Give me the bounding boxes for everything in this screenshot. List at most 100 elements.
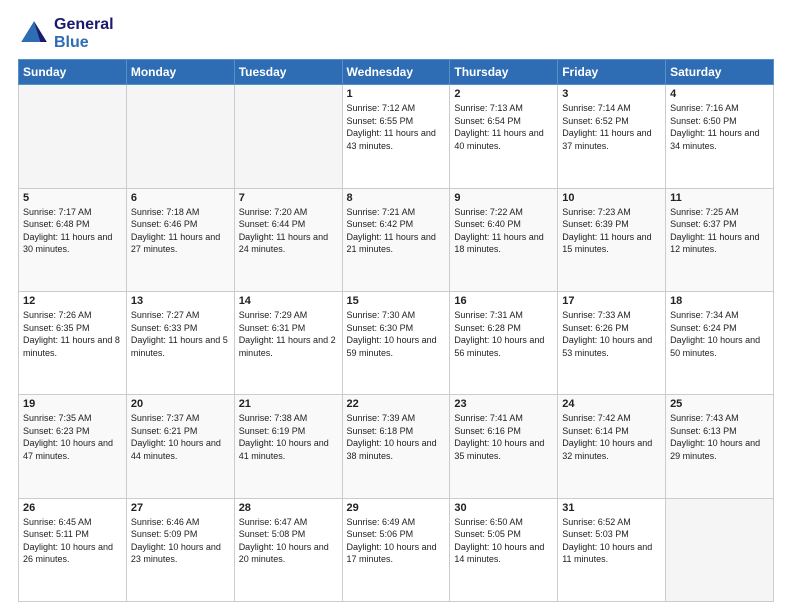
cell-detail: Sunrise: 7:18 AM Sunset: 6:46 PM Dayligh… — [131, 206, 230, 256]
day-number: 7 — [239, 192, 338, 204]
day-number: 8 — [347, 192, 446, 204]
calendar-week-3: 12 Sunrise: 7:26 AM Sunset: 6:35 PM Dayli… — [19, 291, 774, 394]
day-number: 28 — [239, 502, 338, 514]
calendar-cell: 23 Sunrise: 7:41 AM Sunset: 6:16 PM Dayli… — [450, 395, 558, 498]
cell-detail: Sunrise: 7:43 AM Sunset: 6:13 PM Dayligh… — [670, 412, 769, 462]
calendar-cell: 8 Sunrise: 7:21 AM Sunset: 6:42 PM Daylig… — [342, 188, 450, 291]
calendar-cell: 26 Sunrise: 6:45 AM Sunset: 5:11 PM Dayli… — [19, 498, 127, 601]
calendar-cell: 3 Sunrise: 7:14 AM Sunset: 6:52 PM Daylig… — [558, 85, 666, 188]
day-number: 19 — [23, 398, 122, 410]
calendar-header-row: SundayMondayTuesdayWednesdayThursdayFrid… — [19, 60, 774, 85]
cell-detail: Sunrise: 6:45 AM Sunset: 5:11 PM Dayligh… — [23, 516, 122, 566]
cell-detail: Sunrise: 7:26 AM Sunset: 6:35 PM Dayligh… — [23, 309, 122, 359]
calendar-week-5: 26 Sunrise: 6:45 AM Sunset: 5:11 PM Dayli… — [19, 498, 774, 601]
cell-detail: Sunrise: 7:14 AM Sunset: 6:52 PM Dayligh… — [562, 102, 661, 152]
col-header-saturday: Saturday — [666, 60, 774, 85]
cell-detail: Sunrise: 7:34 AM Sunset: 6:24 PM Dayligh… — [670, 309, 769, 359]
calendar-cell: 11Sunrise: 7:25 AM Sunset: 6:37 PM Dayli… — [666, 188, 774, 291]
day-number: 31 — [562, 502, 661, 514]
calendar-cell: 6 Sunrise: 7:18 AM Sunset: 6:46 PM Daylig… — [126, 188, 234, 291]
day-number: 16 — [454, 295, 553, 307]
calendar-cell: 12 Sunrise: 7:26 AM Sunset: 6:35 PM Dayli… — [19, 291, 127, 394]
day-number: 23 — [454, 398, 553, 410]
day-number: 30 — [454, 502, 553, 514]
cell-detail: Sunrise: 7:37 AM Sunset: 6:21 PM Dayligh… — [131, 412, 230, 462]
day-number: 1 — [347, 88, 446, 100]
cell-detail: Sunrise: 7:29 AM Sunset: 6:31 PM Dayligh… — [239, 309, 338, 359]
cell-detail: Sunrise: 7:33 AM Sunset: 6:26 PM Dayligh… — [562, 309, 661, 359]
calendar-cell: 5Sunrise: 7:17 AM Sunset: 6:48 PM Daylig… — [19, 188, 127, 291]
calendar-week-1: 1Sunrise: 7:12 AM Sunset: 6:55 PM Daylig… — [19, 85, 774, 188]
calendar-cell: 15 Sunrise: 7:30 AM Sunset: 6:30 PM Dayli… — [342, 291, 450, 394]
calendar-cell: 14 Sunrise: 7:29 AM Sunset: 6:31 PM Dayli… — [234, 291, 342, 394]
calendar-cell: 18 Sunrise: 7:34 AM Sunset: 6:24 PM Dayli… — [666, 291, 774, 394]
logo-icon — [18, 18, 50, 50]
cell-detail: Sunrise: 7:39 AM Sunset: 6:18 PM Dayligh… — [347, 412, 446, 462]
cell-detail: Sunrise: 6:47 AM Sunset: 5:08 PM Dayligh… — [239, 516, 338, 566]
cell-detail: Sunrise: 7:16 AM Sunset: 6:50 PM Dayligh… — [670, 102, 769, 152]
col-header-sunday: Sunday — [19, 60, 127, 85]
day-number: 3 — [562, 88, 661, 100]
day-number: 9 — [454, 192, 553, 204]
calendar-cell: 17 Sunrise: 7:33 AM Sunset: 6:26 PM Dayli… — [558, 291, 666, 394]
cell-detail: Sunrise: 7:35 AM Sunset: 6:23 PM Dayligh… — [23, 412, 122, 462]
calendar-cell: 24 Sunrise: 7:42 AM Sunset: 6:14 PM Dayli… — [558, 395, 666, 498]
cell-detail: Sunrise: 7:42 AM Sunset: 6:14 PM Dayligh… — [562, 412, 661, 462]
calendar-table: SundayMondayTuesdayWednesdayThursdayFrid… — [18, 59, 774, 602]
page: General Blue SundayMondayTuesdayWednesda… — [0, 0, 792, 612]
calendar-cell: 13Sunrise: 7:27 AM Sunset: 6:33 PM Dayli… — [126, 291, 234, 394]
calendar-cell: 31 Sunrise: 6:52 AM Sunset: 5:03 PM Dayli… — [558, 498, 666, 601]
calendar-cell: 2 Sunrise: 7:13 AM Sunset: 6:54 PM Daylig… — [450, 85, 558, 188]
cell-detail: Sunrise: 7:27 AM Sunset: 6:33 PM Dayligh… — [131, 309, 230, 359]
day-number: 18 — [670, 295, 769, 307]
cell-detail: Sunrise: 7:21 AM Sunset: 6:42 PM Dayligh… — [347, 206, 446, 256]
cell-detail: Sunrise: 6:50 AM Sunset: 5:05 PM Dayligh… — [454, 516, 553, 566]
day-number: 2 — [454, 88, 553, 100]
calendar-cell: 7Sunrise: 7:20 AM Sunset: 6:44 PM Daylig… — [234, 188, 342, 291]
day-number: 10 — [562, 192, 661, 204]
calendar-cell: 16Sunrise: 7:31 AM Sunset: 6:28 PM Dayli… — [450, 291, 558, 394]
cell-detail: Sunrise: 7:30 AM Sunset: 6:30 PM Dayligh… — [347, 309, 446, 359]
day-number: 4 — [670, 88, 769, 100]
cell-detail: Sunrise: 7:23 AM Sunset: 6:39 PM Dayligh… — [562, 206, 661, 256]
cell-detail: Sunrise: 6:46 AM Sunset: 5:09 PM Dayligh… — [131, 516, 230, 566]
col-header-thursday: Thursday — [450, 60, 558, 85]
calendar-cell: 1Sunrise: 7:12 AM Sunset: 6:55 PM Daylig… — [342, 85, 450, 188]
header: General Blue — [18, 16, 774, 51]
day-number: 12 — [23, 295, 122, 307]
logo-text: General Blue — [54, 16, 114, 51]
calendar-cell: 10 Sunrise: 7:23 AM Sunset: 6:39 PM Dayli… — [558, 188, 666, 291]
calendar-cell: 27 Sunrise: 6:46 AM Sunset: 5:09 PM Dayli… — [126, 498, 234, 601]
cell-detail: Sunrise: 7:22 AM Sunset: 6:40 PM Dayligh… — [454, 206, 553, 256]
calendar-cell — [19, 85, 127, 188]
day-number: 20 — [131, 398, 230, 410]
day-number: 24 — [562, 398, 661, 410]
day-number: 25 — [670, 398, 769, 410]
calendar-cell: 28 Sunrise: 6:47 AM Sunset: 5:08 PM Dayli… — [234, 498, 342, 601]
day-number: 26 — [23, 502, 122, 514]
day-number: 6 — [131, 192, 230, 204]
logo: General Blue — [18, 16, 114, 51]
calendar-week-2: 5Sunrise: 7:17 AM Sunset: 6:48 PM Daylig… — [19, 188, 774, 291]
calendar-cell: 29 Sunrise: 6:49 AM Sunset: 5:06 PM Dayli… — [342, 498, 450, 601]
cell-detail: Sunrise: 7:13 AM Sunset: 6:54 PM Dayligh… — [454, 102, 553, 152]
day-number: 11 — [670, 192, 769, 204]
day-number: 15 — [347, 295, 446, 307]
day-number: 17 — [562, 295, 661, 307]
cell-detail: Sunrise: 6:49 AM Sunset: 5:06 PM Dayligh… — [347, 516, 446, 566]
calendar-week-4: 19 Sunrise: 7:35 AM Sunset: 6:23 PM Dayli… — [19, 395, 774, 498]
day-number: 27 — [131, 502, 230, 514]
calendar-cell — [666, 498, 774, 601]
day-number: 5 — [23, 192, 122, 204]
cell-detail: Sunrise: 6:52 AM Sunset: 5:03 PM Dayligh… — [562, 516, 661, 566]
calendar-cell: 4 Sunrise: 7:16 AM Sunset: 6:50 PM Daylig… — [666, 85, 774, 188]
calendar-cell: 21Sunrise: 7:38 AM Sunset: 6:19 PM Dayli… — [234, 395, 342, 498]
cell-detail: Sunrise: 7:38 AM Sunset: 6:19 PM Dayligh… — [239, 412, 338, 462]
calendar-cell — [126, 85, 234, 188]
day-number: 14 — [239, 295, 338, 307]
cell-detail: Sunrise: 7:41 AM Sunset: 6:16 PM Dayligh… — [454, 412, 553, 462]
calendar-cell: 22Sunrise: 7:39 AM Sunset: 6:18 PM Dayli… — [342, 395, 450, 498]
col-header-wednesday: Wednesday — [342, 60, 450, 85]
day-number: 29 — [347, 502, 446, 514]
calendar-cell: 19 Sunrise: 7:35 AM Sunset: 6:23 PM Dayli… — [19, 395, 127, 498]
